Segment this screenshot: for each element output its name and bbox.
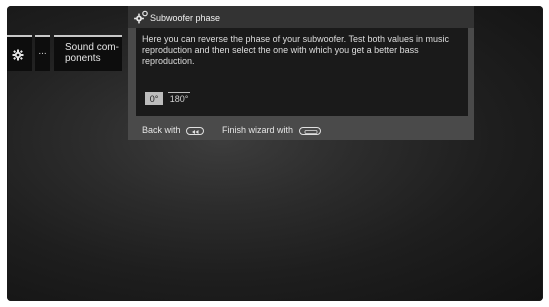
sound-components-label-line1: Sound com-	[65, 42, 119, 53]
phase-option-180[interactable]: 180°	[168, 92, 190, 105]
sound-components-label-line2: ponents	[65, 53, 101, 64]
back-key-icon[interactable]	[186, 127, 205, 135]
finish-hint-label: Finish wizard with	[222, 125, 294, 135]
tv-screen: ... Sound com- ponents Subwoofer phase H…	[7, 6, 543, 301]
sound-components-tile[interactable]: Sound com- ponents	[54, 35, 122, 71]
back-hint-label: Back with	[142, 125, 181, 135]
dialog-description: Here you can reverse the phase of your s…	[142, 34, 450, 66]
gear-icon	[12, 49, 24, 61]
exit-key-icon[interactable]	[298, 127, 321, 135]
dialog-body: Here you can reverse the phase of your s…	[136, 28, 468, 116]
dialog-title: Subwoofer phase	[150, 13, 221, 23]
finish-wizard-hint: Finish wizard with	[222, 125, 321, 135]
more-tile-label: ...	[38, 46, 47, 57]
phase-option-0[interactable]: 0°	[145, 92, 163, 105]
dialog-header: Subwoofer phase	[128, 6, 474, 28]
back-hint: Back with	[142, 125, 205, 135]
dialog-footer: Back with Finish wizard with	[128, 118, 474, 140]
settings-tile[interactable]	[7, 35, 32, 71]
more-tile[interactable]: ...	[35, 35, 50, 71]
subwoofer-phase-dialog: Subwoofer phase Here you can reverse the…	[128, 6, 474, 140]
gears-icon	[134, 10, 148, 24]
